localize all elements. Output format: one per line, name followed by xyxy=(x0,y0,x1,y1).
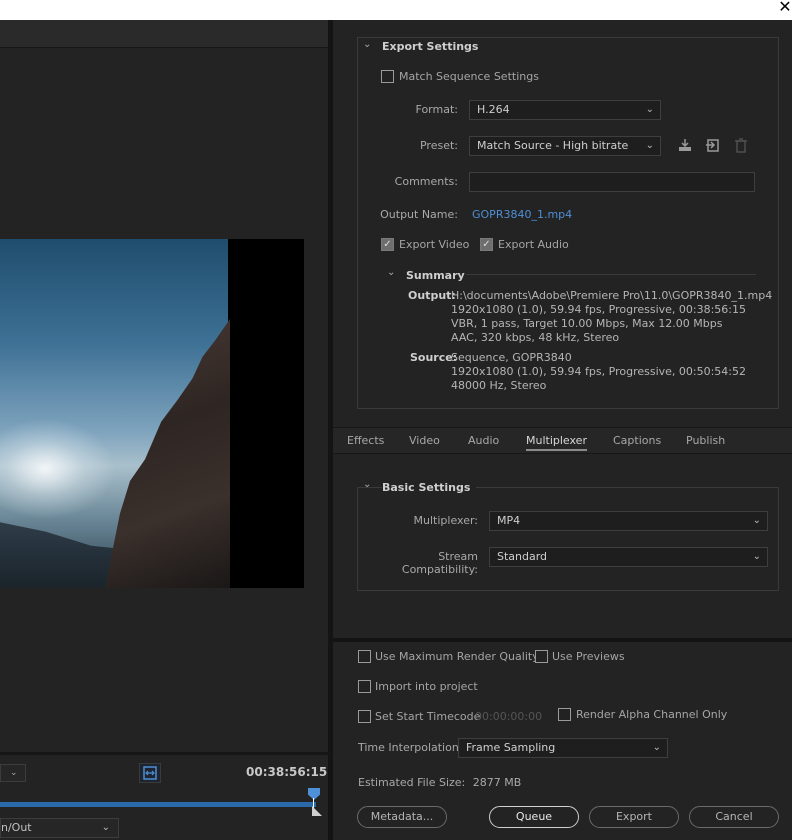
time-interpolation-label: Time Interpolation: xyxy=(358,741,463,754)
max-render-quality-label: Use Maximum Render Quality xyxy=(375,650,539,663)
export-audio-checkbox[interactable]: ✓ xyxy=(480,238,493,251)
summary-source-line: Sequence, GOPR3840 xyxy=(451,351,572,364)
stream-compatibility-value: Standard xyxy=(497,550,548,563)
tab-video[interactable]: Video xyxy=(409,434,440,447)
start-timecode-label: Set Start Timecode xyxy=(375,710,481,723)
start-timecode-value: 00:00:00:00 xyxy=(475,710,543,723)
stream-compatibility-dropdown[interactable]: Standard ⌄ xyxy=(489,547,768,567)
time-interpolation-dropdown[interactable]: Frame Sampling ⌄ xyxy=(458,738,668,758)
render-alpha-checkbox[interactable] xyxy=(558,708,571,721)
timeline-scrubber[interactable] xyxy=(0,802,316,807)
output-name-label: Output Name: xyxy=(380,208,458,221)
chevron-down-icon: ⌄ xyxy=(101,822,110,833)
source-range-value: n/Out xyxy=(1,821,32,834)
summary-output-line: VBR, 1 pass, Target 10.00 Mbps, Max 12.0… xyxy=(451,317,723,330)
pane-separator[interactable] xyxy=(333,638,792,642)
summary-output-text: H:\documents\Adobe\Premiere Pro\11.0\GOP… xyxy=(451,289,772,345)
chevron-down-icon: ⌄ xyxy=(645,140,654,151)
preset-label: Preset: xyxy=(419,139,458,152)
duration-timecode: 00:38:56:15 xyxy=(246,765,328,779)
tab-publish[interactable]: Publish xyxy=(686,434,725,447)
comments-label: Comments: xyxy=(394,175,458,188)
tab-audio[interactable]: Audio xyxy=(468,434,499,447)
delete-preset-icon[interactable] xyxy=(732,138,750,154)
chevron-down-icon: ⌄ xyxy=(752,551,761,562)
comments-input[interactable] xyxy=(469,172,755,192)
basic-settings-title: Basic Settings xyxy=(382,481,477,494)
format-label: Format: xyxy=(415,103,458,116)
export-audio-label: Export Audio xyxy=(498,238,569,251)
estimated-file-size-value: 2877 MB xyxy=(472,776,522,789)
chevron-down-icon: ⌄ xyxy=(652,742,661,753)
preset-dropdown[interactable]: Match Source - High bitrate ⌄ xyxy=(469,136,661,156)
export-button[interactable]: Export xyxy=(589,806,679,828)
cancel-button[interactable]: Cancel xyxy=(689,806,779,828)
queue-button[interactable]: Queue xyxy=(489,806,579,828)
summary-title: Summary xyxy=(406,269,465,282)
stream-compatibility-label: Stream Compatibility: xyxy=(401,550,478,576)
summary-output-label: Output: xyxy=(408,289,456,302)
start-timecode-checkbox[interactable] xyxy=(358,710,371,723)
time-interpolation-value: Frame Sampling xyxy=(466,741,556,754)
preset-value: Match Source - High bitrate xyxy=(477,139,629,152)
use-previews-label: Use Previews xyxy=(552,650,625,663)
summary-chevron-icon[interactable]: ⌄ xyxy=(387,267,395,278)
save-preset-icon[interactable] xyxy=(676,138,694,154)
estimated-file-size: Estimated File Size: 2877 MB xyxy=(358,776,521,789)
multiplexer-dropdown[interactable]: MP4 ⌄ xyxy=(489,511,768,531)
metadata-button[interactable]: Metadata... xyxy=(357,806,447,828)
render-alpha-label: Render Alpha Channel Only xyxy=(576,708,728,721)
match-sequence-checkbox[interactable] xyxy=(381,70,394,83)
output-name-link[interactable]: GOPR3840_1.mp4 xyxy=(472,208,572,221)
summary-source-line: 48000 Hz, Stereo xyxy=(451,379,547,392)
title-bar xyxy=(0,0,792,20)
summary-source-text: Sequence, GOPR3840 1920x1080 (1.0), 59.9… xyxy=(451,351,746,393)
multiplexer-value: MP4 xyxy=(497,514,521,527)
source-range-select[interactable]: n/Out ⌄ xyxy=(0,818,119,838)
chevron-down-icon: ⌄ xyxy=(10,768,18,778)
video-preview xyxy=(0,239,304,588)
import-into-project-label: Import into project xyxy=(375,680,478,693)
max-render-quality-checkbox[interactable] xyxy=(358,650,371,663)
tab-captions[interactable]: Captions xyxy=(613,434,661,447)
basic-settings-chevron-icon[interactable]: ⌄ xyxy=(363,479,371,490)
match-sequence-label: Match Sequence Settings xyxy=(399,70,539,83)
export-video-checkbox[interactable]: ✓ xyxy=(381,238,394,251)
tab-multiplexer[interactable]: Multiplexer xyxy=(526,434,587,451)
collapse-chevron-icon[interactable]: ⌄ xyxy=(363,39,371,50)
import-preset-icon[interactable] xyxy=(704,138,722,154)
summary-output-line: AAC, 320 kbps, 48 kHz, Stereo xyxy=(451,331,620,344)
export-video-label: Export Video xyxy=(399,238,470,251)
format-value: H.264 xyxy=(477,103,510,116)
source-panel-header xyxy=(0,20,328,48)
fit-frame-icon[interactable] xyxy=(139,763,161,783)
tab-effects[interactable]: Effects xyxy=(347,434,384,447)
chevron-down-icon: ⌄ xyxy=(645,104,654,115)
summary-output-line: 1920x1080 (1.0), 59.94 fps, Progressive,… xyxy=(451,303,747,316)
export-settings-title: Export Settings xyxy=(382,40,485,53)
use-previews-checkbox[interactable] xyxy=(535,650,548,663)
zoom-level-select[interactable]: ⌄ xyxy=(0,764,26,782)
format-dropdown[interactable]: H.264 ⌄ xyxy=(469,100,661,120)
summary-source-line: 1920x1080 (1.0), 59.94 fps, Progressive,… xyxy=(451,365,747,378)
chevron-down-icon: ⌄ xyxy=(752,515,761,526)
close-icon[interactable]: ✕ xyxy=(778,0,792,17)
multiplexer-label: Multiplexer: xyxy=(413,514,478,527)
import-into-project-checkbox[interactable] xyxy=(358,680,371,693)
summary-output-line: H:\documents\Adobe\Premiere Pro\11.0\GOP… xyxy=(451,289,773,302)
estimated-file-size-label: Estimated File Size: xyxy=(358,776,466,789)
summary-rule xyxy=(466,274,756,275)
